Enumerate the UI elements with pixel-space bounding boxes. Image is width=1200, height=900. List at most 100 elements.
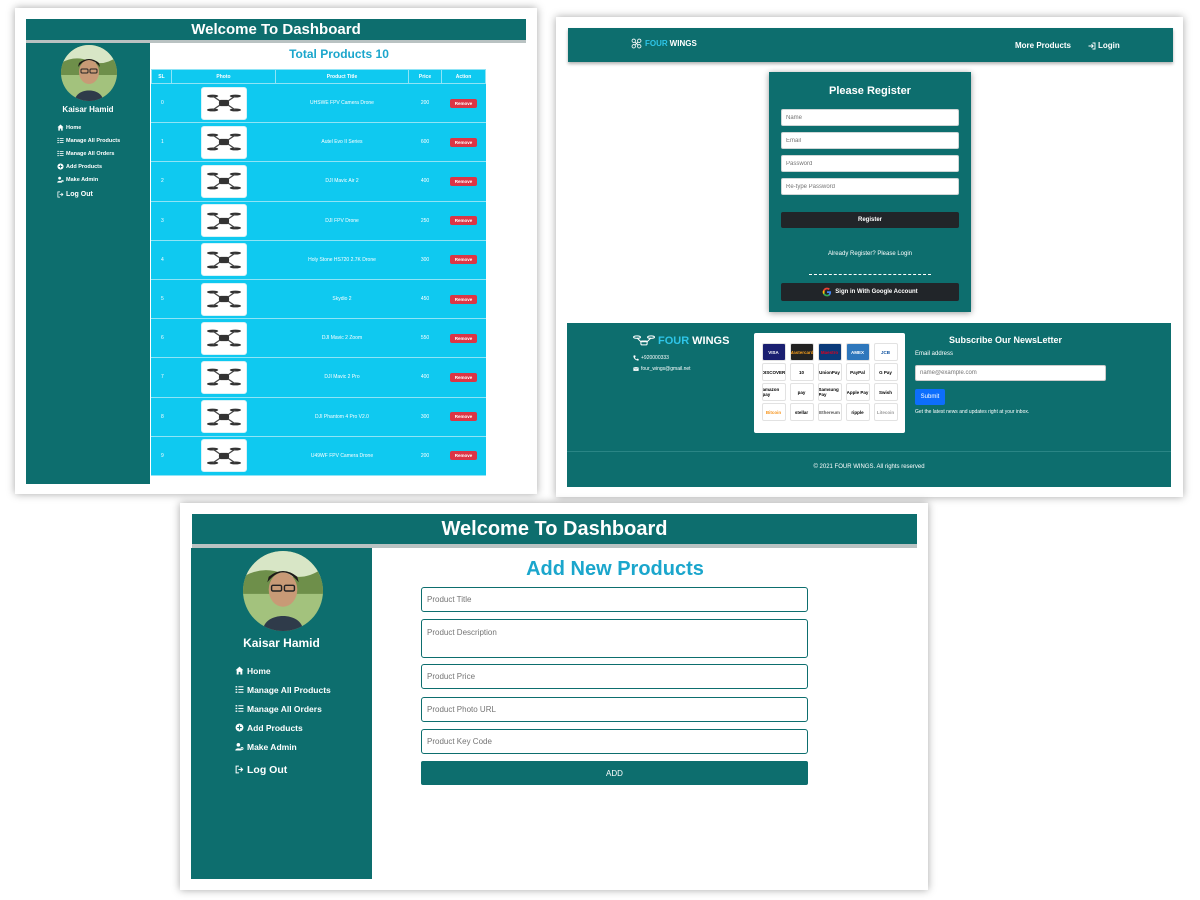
row-action: Remove (441, 239, 486, 280)
payment-logo: UnionPay (817, 363, 842, 381)
product-price-field[interactable] (421, 664, 808, 689)
remove-button[interactable]: Remove (449, 255, 478, 265)
product-title-field[interactable] (421, 587, 808, 612)
row-sl: 2 (151, 161, 172, 202)
nav-make-admin[interactable]: Make Admin (57, 173, 120, 186)
column-header: Price (408, 69, 442, 84)
nav-more-products[interactable]: More Products (1015, 41, 1071, 50)
payment-logo: pay (789, 383, 814, 401)
list-icon (57, 150, 64, 157)
payment-logo: Litecoin (873, 403, 898, 421)
mail-icon (633, 366, 639, 371)
plus-circle-icon (235, 723, 244, 732)
nav-add-products[interactable]: Add Products (235, 718, 331, 737)
retype-password-field[interactable] (781, 178, 959, 195)
table-row: 0 UHSWE FPV Camera Drone 200 Remove (151, 82, 486, 124)
copyright: © 2021 FOUR WINGS. All rights reserved (813, 464, 925, 470)
remove-button[interactable]: Remove (449, 372, 478, 382)
footer-email: four_wings@gmail.net (633, 366, 691, 372)
drone-logo-icon (631, 38, 642, 49)
row-photo (171, 435, 276, 476)
nav-login[interactable]: Login (1088, 41, 1120, 50)
row-price: 400 (408, 357, 442, 398)
drone-image-icon (205, 90, 243, 116)
login-icon (1088, 42, 1096, 49)
nav-manage-products[interactable]: Manage All Products (57, 134, 120, 147)
nav-make-admin[interactable]: Make Admin (235, 737, 331, 756)
row-action: Remove (441, 278, 486, 320)
avatar (243, 551, 323, 631)
row-photo (171, 357, 276, 398)
page-title: Total Products 10 (289, 47, 389, 61)
login-link[interactable]: Already Register? Please Login (769, 251, 971, 257)
remove-button[interactable]: Remove (449, 216, 478, 226)
home-icon (57, 124, 64, 131)
table-row: 1 Autel Evo II Series 600 Remove (151, 122, 486, 163)
product-photo (200, 400, 247, 434)
remove-button[interactable]: Remove (449, 176, 478, 186)
product-photo (200, 321, 247, 355)
add-button[interactable]: ADD (421, 761, 808, 785)
google-signin-button[interactable]: Sign in With Google Account (781, 283, 959, 301)
remove-button[interactable]: Remove (449, 294, 478, 304)
register-card: Please Register Register Already Registe… (769, 72, 971, 312)
row-action: Remove (441, 122, 486, 163)
table-row: 8 DJI Phantom 4 Pro V2.0 300 Remove (151, 396, 486, 437)
row-title: DJI Mavic Air 2 (275, 161, 409, 202)
dashboard-add-product-screenshot: Welcome To Dashboard Kaisar Hamid Home M… (180, 503, 928, 890)
nav-add-products[interactable]: Add Products (57, 160, 120, 173)
products-table: SL Photo Product Title Price Action 0 UHS… (151, 69, 486, 476)
remove-button[interactable]: Remove (449, 137, 478, 147)
drone-image-icon (205, 325, 243, 351)
nav-manage-orders[interactable]: Manage All Orders (235, 699, 331, 718)
row-photo (171, 122, 276, 163)
list-icon (235, 704, 244, 713)
nav-manage-orders[interactable]: Manage All Orders (57, 147, 120, 160)
logout-icon (57, 191, 64, 198)
remove-button[interactable]: Remove (449, 333, 478, 343)
nav-home[interactable]: Home (235, 661, 331, 680)
logout-icon (235, 765, 244, 774)
nav-logout[interactable]: Log Out (235, 760, 331, 779)
submit-button[interactable]: Submit (915, 389, 945, 405)
newsletter-note: Get the latest news and updates right at… (915, 409, 1030, 415)
remove-button[interactable]: Remove (449, 451, 478, 461)
table-row: 2 DJI Mavic Air 2 400 Remove (151, 161, 486, 202)
register-title: Please Register (829, 85, 911, 97)
row-photo (171, 200, 276, 241)
row-title: DJI Mavic 2 Zoom (275, 318, 409, 359)
row-sl: 3 (151, 200, 172, 241)
nav-manage-products[interactable]: Manage All Products (235, 680, 331, 699)
row-sl: 5 (151, 278, 172, 320)
footer-divider (567, 451, 1171, 452)
nav-home[interactable]: Home (57, 121, 120, 134)
product-photo-url-field[interactable] (421, 697, 808, 722)
product-description-field[interactable] (421, 619, 808, 658)
sidebar-nav: Home Manage All Products Manage All Orde… (235, 661, 331, 779)
remove-button[interactable]: Remove (449, 98, 478, 108)
profile-name: Kaisar Hamid (62, 105, 114, 114)
brand-logo[interactable]: FOUR WINGS (631, 38, 697, 49)
page-title: Add New Products (526, 558, 704, 580)
column-header: SL (151, 69, 172, 84)
table-row: 6 DJI Mavic 2 Zoom 550 Remove (151, 318, 486, 359)
email-field[interactable] (781, 132, 959, 149)
site-footer: FOUR WINGS +920000333 four_wings@gmail.ne… (567, 323, 1171, 487)
password-field[interactable] (781, 155, 959, 172)
drone-image-icon (205, 364, 243, 390)
payment-logo: Swish (873, 383, 898, 401)
row-price: 250 (408, 200, 442, 241)
row-sl: 8 (151, 396, 172, 437)
newsletter-email-input[interactable] (915, 365, 1106, 381)
row-price: 600 (408, 122, 442, 163)
nav-logout[interactable]: Log Out (57, 188, 120, 201)
row-title: Autel Evo II Series (275, 122, 409, 163)
product-photo (200, 86, 247, 120)
name-field[interactable] (781, 109, 959, 126)
remove-button[interactable]: Remove (449, 412, 478, 422)
payment-logo: Ethereum (817, 403, 842, 421)
payment-logo: ripple (845, 403, 870, 421)
register-button[interactable]: Register (781, 212, 959, 228)
table-row: 5 Skydio 2 450 Remove (151, 278, 486, 320)
product-key-code-field[interactable] (421, 729, 808, 754)
